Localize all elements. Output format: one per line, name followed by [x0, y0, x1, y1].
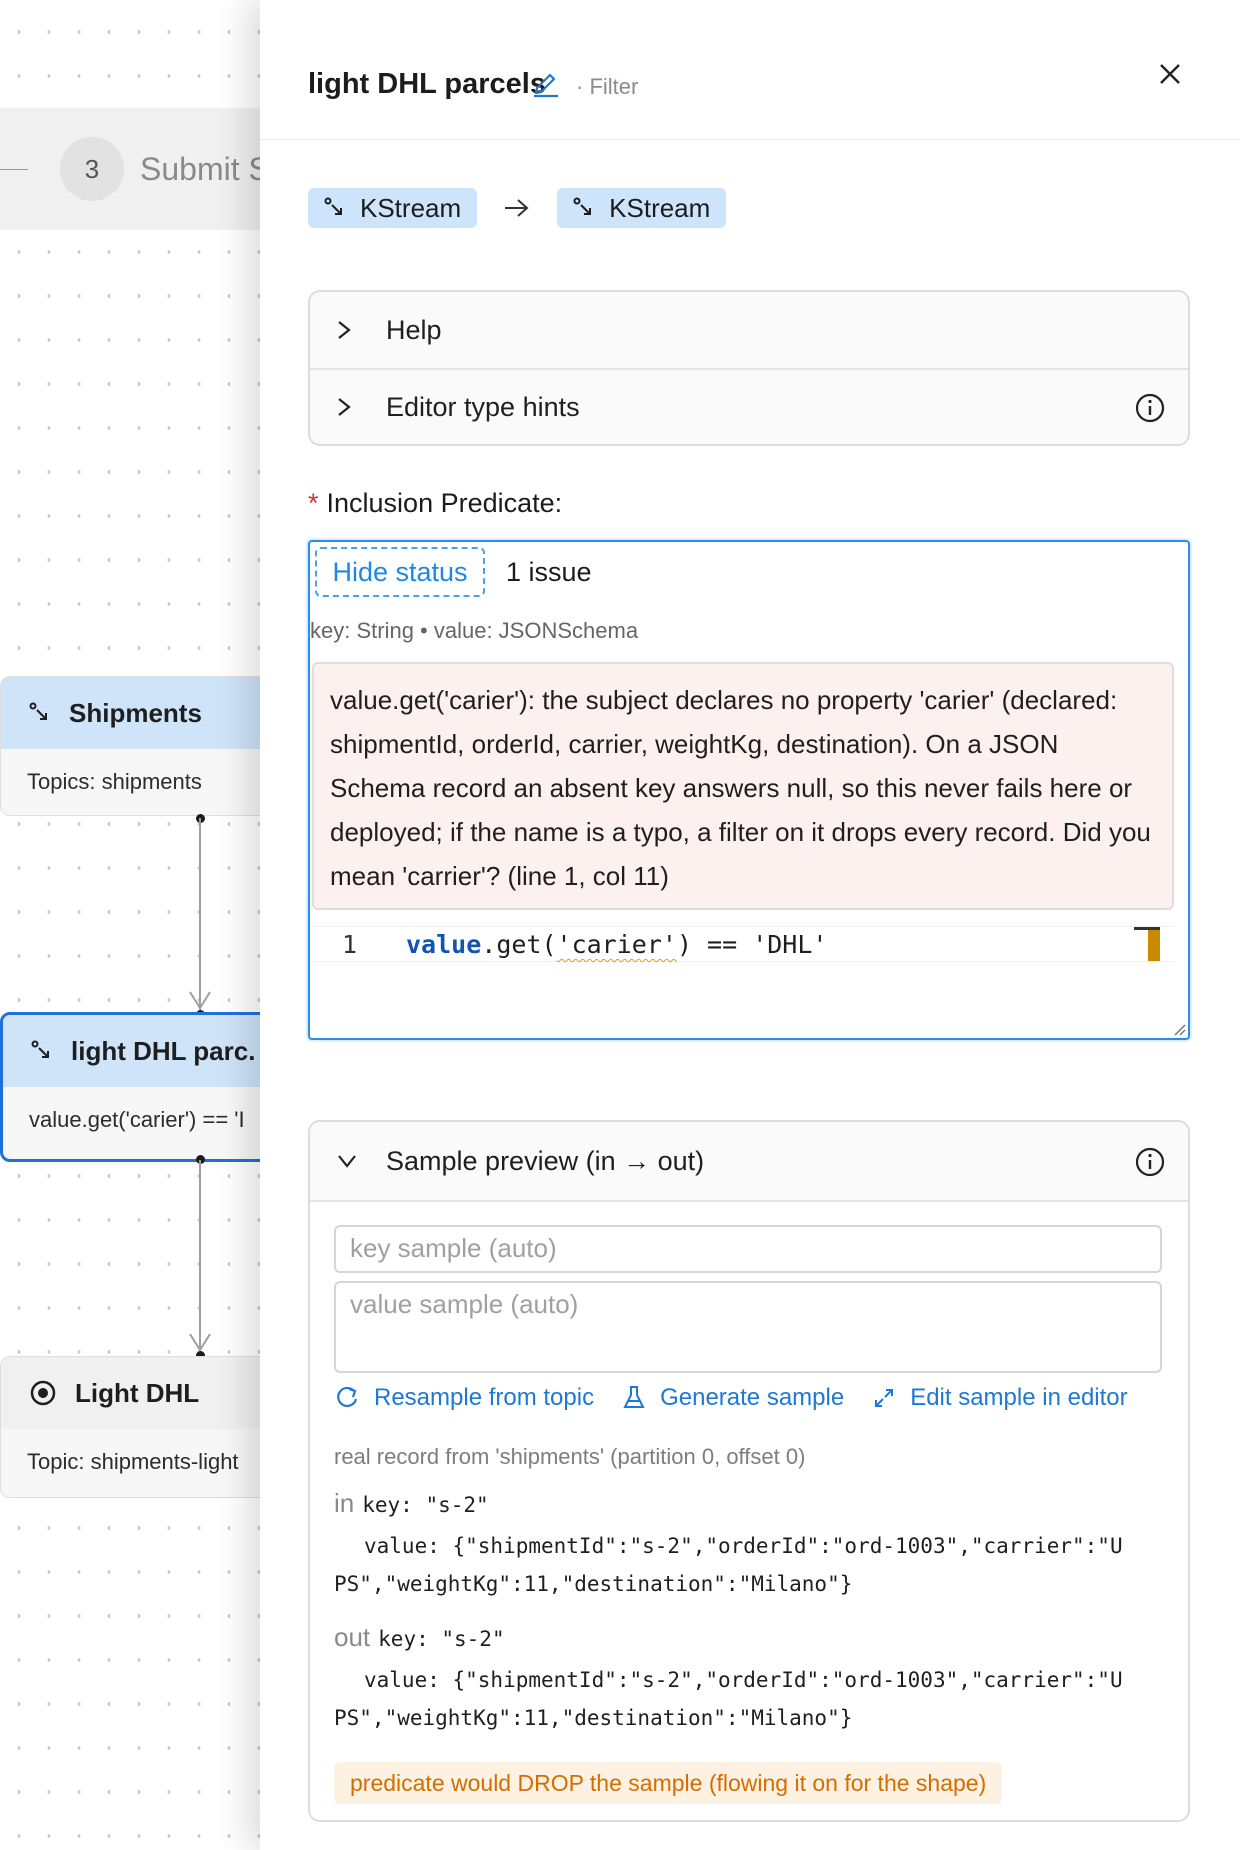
node-header: Light DHL — [1, 1357, 299, 1429]
flask-icon — [623, 1386, 645, 1408]
resample-button[interactable]: Resample from topic — [334, 1384, 594, 1412]
node-title: Shipments — [69, 697, 202, 728]
node-shipments[interactable]: Shipments Topics: shipments — [0, 676, 300, 816]
drawer-header: light DHL parcels · Filter — [260, 0, 1240, 140]
issue-count: 1 issue — [506, 557, 592, 587]
code-line[interactable]: 1 value.get('carier') == 'DHL' — [312, 926, 1174, 962]
chevron-right-icon — [338, 321, 351, 339]
type-hint: key: String • value: JSONSchema — [310, 618, 639, 643]
pipeline-canvas[interactable]: 3 Submit S Shipments Topics: shipments l… — [0, 0, 300, 1850]
node-title: light DHL parc. — [71, 1035, 256, 1066]
warning-gutter-marker — [1134, 927, 1160, 961]
stream-types: KStream KStream — [308, 188, 727, 228]
value-sample-input[interactable]: value sample (auto) — [334, 1281, 1162, 1373]
drop-warning: predicate would DROP the sample (flowing… — [334, 1762, 1003, 1804]
stream-icon — [31, 1040, 49, 1058]
edit-pencil-icon[interactable] — [532, 68, 560, 98]
info-icon[interactable] — [1134, 392, 1166, 424]
expand-icon — [875, 1389, 894, 1407]
stream-icon — [29, 702, 47, 720]
stream-icon — [324, 197, 342, 215]
edge-arrow-icon — [189, 991, 211, 1010]
info-icon[interactable] — [1134, 1146, 1166, 1178]
close-icon — [1160, 64, 1180, 84]
edge-line[interactable] — [199, 818, 201, 1014]
io-key: key: "s-2" — [362, 1493, 489, 1517]
issue-message: value.get('carier'): the subject declare… — [312, 662, 1174, 910]
node-body: Topics: shipments — [27, 769, 202, 794]
help-accordion: Help Editor type hints — [308, 290, 1190, 446]
code-call: .get( — [481, 930, 557, 959]
refresh-icon — [337, 1386, 358, 1408]
stream-icon — [573, 197, 592, 215]
resize-handle-icon[interactable] — [1172, 1022, 1186, 1036]
sample-in-block: in key: "s-2" value: {"shipmentId":"s-2",… — [334, 1488, 1123, 1603]
node-title: Light DHL — [75, 1377, 200, 1408]
edge-line[interactable] — [199, 1160, 201, 1350]
io-value: value: {"shipmentId":"s-2","orderId":"or… — [334, 1668, 1123, 1730]
accordion-help[interactable]: Help — [310, 292, 1188, 368]
generate-sample-button[interactable]: Generate sample — [622, 1384, 844, 1412]
drawer-subtitle: · Filter — [576, 74, 639, 99]
code-text[interactable]: value.get('carier') == 'DHL' — [406, 930, 827, 959]
accordion-editor-type-hints[interactable]: Editor type hints — [310, 368, 1188, 444]
step-label[interactable]: Submit S — [140, 151, 270, 188]
accordion-label: Help — [386, 314, 442, 345]
step-bar: 3 Submit S — [0, 108, 270, 230]
step-connector — [0, 169, 28, 170]
arrow-right-icon — [505, 199, 529, 217]
input-type-label: KStream — [360, 192, 462, 223]
sample-preview-panel: Sample preview (in → out) key sample (au… — [308, 1120, 1190, 1822]
code-flagged-arg[interactable]: 'carier' — [557, 930, 677, 959]
sample-provenance: real record from 'shipments' (partition … — [334, 1444, 806, 1469]
io-tag: out — [334, 1622, 371, 1652]
input-type-chip: KStream — [308, 188, 478, 228]
step-number[interactable]: 3 — [60, 137, 124, 201]
sample-preview-title: Sample preview (in → out) — [386, 1145, 705, 1176]
chevron-down-icon — [338, 1155, 356, 1168]
key-sample-input[interactable]: key sample (auto) — [334, 1225, 1162, 1273]
node-header: light DHL parc. — [3, 1015, 297, 1087]
edit-sample-button[interactable]: Edit sample in editor — [872, 1384, 1128, 1412]
drawer-title: light DHL parcels — [308, 68, 546, 100]
io-value: value: {"shipmentId":"s-2","orderId":"or… — [334, 1534, 1123, 1596]
required-marker: * — [308, 488, 319, 518]
chevron-right-icon — [338, 398, 351, 416]
node-header: Shipments — [1, 677, 299, 749]
predicate-editor[interactable]: Hide status 1 issue key: String • value:… — [308, 540, 1190, 1040]
accordion-label: Editor type hints — [386, 391, 580, 422]
predicate-label: * Inclusion Predicate: — [308, 488, 563, 518]
sample-out-block: out key: "s-2" value: {"shipmentId":"s-2"… — [334, 1622, 1123, 1737]
node-config-drawer: light DHL parcels · Filter KStream KStre… — [260, 0, 1240, 1850]
node-body: value.get('carier') == 'I — [29, 1107, 245, 1132]
node-body: Topic: shipments-light — [27, 1449, 239, 1474]
output-type-chip: KStream — [557, 188, 727, 228]
hide-status-button[interactable]: Hide status — [315, 547, 485, 597]
close-button[interactable] — [1148, 52, 1192, 96]
node-light-dhl-parcels[interactable]: light DHL parc. value.get('carier') == '… — [0, 1012, 300, 1162]
node-light-dhl-sink[interactable]: Light DHL Topic: shipments-light — [0, 1356, 300, 1498]
io-key: key: "s-2" — [378, 1627, 505, 1651]
sample-actions: Resample from topic Generate sample Edit… — [334, 1384, 1156, 1412]
code-rest: ) == 'DHL' — [676, 930, 828, 959]
code-keyword: value — [406, 930, 482, 959]
output-type-label: KStream — [609, 192, 711, 223]
sink-target-icon — [30, 1380, 56, 1406]
io-tag: in — [334, 1488, 355, 1518]
line-number: 1 — [342, 930, 358, 959]
sample-preview-header[interactable]: Sample preview (in → out) — [310, 1122, 1188, 1202]
